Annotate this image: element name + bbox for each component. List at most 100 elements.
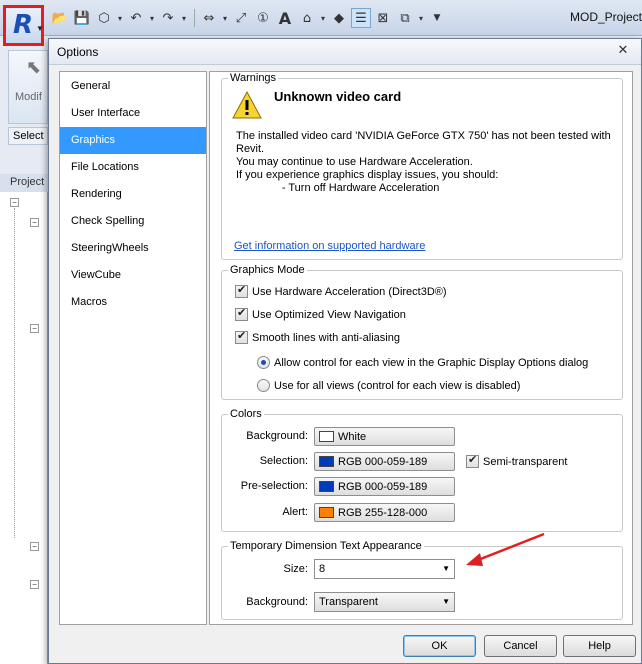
hardware-acceleration-checkbox-row[interactable]: ✔ Use Hardware Acceleration (Direct3D®) — [235, 283, 447, 298]
preselection-color-button[interactable]: RGB 000-059-189 — [314, 477, 455, 496]
all-views-radio[interactable] — [257, 379, 270, 392]
modify-tool[interactable]: ⬉ Modif — [8, 50, 48, 124]
per-view-control-radio-row[interactable]: Allow control for each view in the Graph… — [257, 356, 588, 369]
revit-logo-icon: R — [13, 10, 34, 40]
dim-background-dropdown[interactable]: Transparent ▼ — [314, 592, 455, 612]
warning-title: Unknown video card — [274, 89, 402, 104]
dropdown-arrow-icon[interactable]: ▾ — [148, 8, 156, 28]
size-combobox[interactable]: 8 ▼ — [314, 559, 455, 579]
cancel-button[interactable]: Cancel — [484, 635, 557, 657]
checkbox-label: Use Hardware Acceleration (Direct3D®) — [252, 285, 447, 298]
dropdown-arrow-icon[interactable]: ▾ — [180, 8, 188, 28]
application-menu-button[interactable]: R ▼ — [3, 5, 44, 46]
colors-group: Colors Background: White Selection: RGB … — [221, 408, 623, 532]
tree-expander[interactable]: − — [30, 324, 39, 333]
cursor-arrow-icon: ⬉ — [26, 57, 42, 78]
text-icon[interactable]: A — [275, 8, 295, 28]
switch-windows-icon[interactable]: ⧉ — [395, 8, 415, 28]
anti-aliasing-checkbox[interactable]: ✔ — [235, 329, 248, 344]
dialog-titlebar[interactable]: Options ✕ — [49, 39, 641, 65]
undo-icon[interactable]: ↶ — [126, 8, 146, 28]
per-view-control-radio[interactable] — [257, 356, 270, 369]
checkbox-label: Use Optimized View Navigation — [252, 308, 406, 321]
sync-icon[interactable]: ⬡ — [94, 8, 114, 28]
redo-icon[interactable]: ↷ — [158, 8, 178, 28]
ok-button[interactable]: OK — [403, 635, 476, 657]
thin-lines-icon[interactable]: ☰ — [351, 8, 371, 28]
nav-item-check-spelling[interactable]: Check Spelling — [60, 208, 206, 235]
dim-background-value: Transparent — [319, 596, 378, 608]
customize-toolbar-icon[interactable]: ▼ — [427, 8, 447, 28]
warning-line: - Turn off Hardware Acceleration — [236, 182, 440, 194]
open-icon[interactable]: 📂 — [50, 8, 70, 28]
selection-color-button[interactable]: RGB 000-059-189 — [314, 452, 455, 471]
hardware-acceleration-checkbox[interactable]: ✔ — [235, 283, 248, 298]
size-value: 8 — [319, 563, 326, 575]
warning-line: Revit. — [236, 143, 265, 155]
colors-legend: Colors — [228, 408, 264, 420]
dropdown-arrow-icon[interactable]: ▾ — [319, 8, 327, 28]
alert-color-button[interactable]: RGB 255-128-000 — [314, 503, 455, 522]
tree-expander[interactable]: − — [30, 542, 39, 551]
tree-expander[interactable]: − — [10, 198, 19, 207]
close-hidden-windows-icon[interactable]: ⊠ — [373, 8, 393, 28]
nav-item-file-locations[interactable]: File Locations — [60, 154, 206, 181]
quick-access-toolbar: 📂 💾 ⬡ ▾ ↶ ▾ ↷ ▾ ⇔ ▾ ⤢ ① A ⌂ ▾ ◆ ☰ ⊠ ⧉ ▾ … — [50, 7, 449, 29]
checkmark-icon: ✔ — [237, 329, 247, 342]
preselection-color-label: Pre-selection: — [240, 480, 308, 492]
nav-item-viewcube[interactable]: ViewCube — [60, 262, 206, 289]
section-icon[interactable]: ◆ — [329, 8, 349, 28]
measure-icon[interactable]: ⇔ — [199, 8, 219, 28]
size-label: Size: — [283, 563, 308, 575]
warning-line: The installed video card 'NVIDIA GeForce… — [236, 130, 611, 142]
dropdown-arrow-icon[interactable]: ▾ — [221, 8, 229, 28]
tree-expander[interactable]: − — [30, 218, 39, 227]
semi-transparent-checkbox[interactable]: ✔ — [466, 453, 479, 468]
background-color-button[interactable]: White — [314, 427, 455, 446]
all-views-radio-row[interactable]: Use for all views (control for each view… — [257, 379, 520, 392]
project-browser-tree: − − − − − — [0, 192, 48, 664]
tree-expander[interactable]: − — [30, 580, 39, 589]
dialog-title: Options — [57, 45, 99, 59]
warnings-group: Warnings Unknown video card The installe… — [221, 72, 626, 260]
semi-transparent-checkbox-row[interactable]: ✔ Semi-transparent — [466, 453, 568, 468]
checkbox-label: Semi-transparent — [483, 455, 568, 468]
temp-dimension-legend: Temporary Dimension Text Appearance — [228, 540, 424, 552]
color-swatch — [319, 456, 334, 467]
nav-item-graphics[interactable]: Graphics — [60, 127, 206, 154]
select-panel-label[interactable]: Select — [8, 127, 48, 145]
nav-item-rendering[interactable]: Rendering — [60, 181, 206, 208]
help-button[interactable]: Help — [563, 635, 636, 657]
chevron-down-icon: ▼ — [442, 564, 450, 573]
optimized-navigation-checkbox-row[interactable]: ✔ Use Optimized View Navigation — [235, 306, 406, 321]
radio-label: Use for all views (control for each view… — [274, 379, 521, 392]
checkmark-icon: ✔ — [237, 306, 247, 319]
warning-message: The installed video card 'NVIDIA GeForce… — [236, 130, 626, 195]
dim-background-label: Background: — [246, 596, 308, 608]
dropdown-arrow-icon[interactable]: ▾ — [417, 8, 425, 28]
nav-item-user-interface[interactable]: User Interface — [60, 100, 206, 127]
save-icon[interactable]: 💾 — [72, 8, 92, 28]
tree-connector — [14, 208, 15, 538]
dropdown-arrow-icon[interactable]: ▾ — [116, 8, 124, 28]
nav-item-general[interactable]: General — [60, 73, 206, 100]
color-value: RGB 255-128-000 — [338, 506, 428, 519]
anti-aliasing-checkbox-row[interactable]: ✔ Smooth lines with anti-aliasing — [235, 329, 400, 344]
nav-item-steeringwheels[interactable]: SteeringWheels — [60, 235, 206, 262]
optimized-navigation-checkbox[interactable]: ✔ — [235, 306, 248, 321]
aligned-dimension-icon[interactable]: ⤢ — [231, 8, 251, 28]
warning-line: You may continue to use Hardware Acceler… — [236, 156, 473, 168]
checkmark-icon: ✔ — [237, 283, 247, 296]
chevron-down-icon: ▼ — [36, 24, 44, 33]
radio-selected-dot — [261, 360, 266, 365]
nav-item-macros[interactable]: Macros — [60, 289, 206, 316]
options-dialog: Options ✕ General User Interface Graphic… — [48, 38, 642, 664]
tag-icon[interactable]: ① — [253, 8, 273, 28]
chevron-down-icon: ▼ — [442, 597, 450, 606]
3d-view-icon[interactable]: ⌂ — [297, 8, 317, 28]
warning-line: If you experience graphics display issue… — [236, 169, 499, 181]
close-icon[interactable]: ✕ — [613, 42, 633, 60]
checkbox-label: Smooth lines with anti-aliasing — [252, 331, 400, 344]
supported-hardware-link[interactable]: Get information on supported hardware — [234, 240, 425, 252]
project-browser-title: Project — [0, 174, 48, 192]
